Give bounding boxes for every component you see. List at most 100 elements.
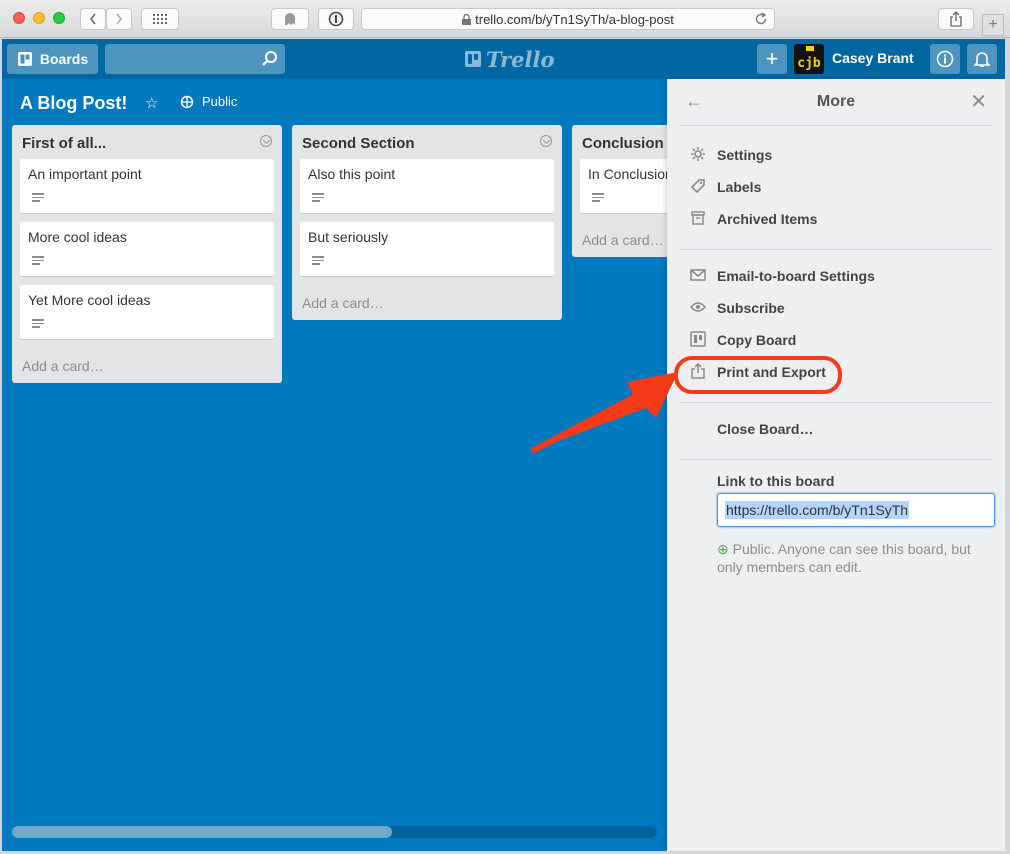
card-title: Also this point xyxy=(308,166,396,182)
public-note: ⊕ Public. Anyone can see this board, but… xyxy=(717,540,987,576)
visibility-button[interactable]: Public xyxy=(202,94,237,109)
divider xyxy=(679,459,993,460)
divider xyxy=(679,125,993,126)
trello-logo[interactable]: Trello xyxy=(465,46,555,72)
card-title: More cool ideas xyxy=(28,229,127,245)
archive-icon xyxy=(689,209,707,227)
list-first-of-all: First of all... An important point More … xyxy=(12,125,282,383)
divider xyxy=(679,249,993,250)
zoom-window-button[interactable] xyxy=(53,12,65,24)
tag-icon xyxy=(689,177,707,195)
menu-item-copy-board[interactable]: Copy Board xyxy=(679,326,993,354)
info-button[interactable] xyxy=(930,44,960,74)
board-menu-panel: ← More ✕ Settings Labels Archived Items xyxy=(667,79,1005,851)
boards-button[interactable]: Boards xyxy=(7,44,98,74)
eye-icon xyxy=(689,298,707,316)
reload-icon[interactable] xyxy=(754,12,768,26)
scrollbar-thumb[interactable] xyxy=(12,826,392,838)
share-button[interactable] xyxy=(938,8,974,30)
new-tab-button[interactable]: + xyxy=(982,14,1004,36)
url-text: trello.com/b/yTn1SyTh/a-blog-post xyxy=(475,11,674,27)
search-input[interactable] xyxy=(105,44,285,74)
add-card-link[interactable]: Add a card… xyxy=(302,295,384,311)
menu-item-label: Email-to-board Settings xyxy=(717,268,875,284)
gear-icon xyxy=(689,145,707,163)
user-name[interactable]: Casey Brant xyxy=(832,50,914,66)
list-card[interactable]: An important point xyxy=(20,159,274,214)
list-card[interactable]: Also this point xyxy=(300,159,554,214)
bell-icon xyxy=(974,52,990,67)
info-circle-icon xyxy=(328,11,344,27)
notifications-button[interactable] xyxy=(967,44,997,74)
description-icon xyxy=(32,193,44,204)
board-title[interactable]: A Blog Post! xyxy=(20,93,127,114)
plus-icon: + xyxy=(988,16,998,33)
info-icon xyxy=(936,50,954,68)
add-card-link[interactable]: Add a card… xyxy=(22,358,104,374)
envelope-icon xyxy=(689,266,707,284)
crown-icon xyxy=(806,46,814,51)
list-title[interactable]: First of all... xyxy=(22,135,106,152)
minimize-window-button[interactable] xyxy=(33,12,45,24)
description-icon xyxy=(32,256,44,267)
close-icon[interactable]: ✕ xyxy=(970,89,987,114)
list-menu-icon[interactable] xyxy=(540,135,552,147)
menu-item-label: Archived Items xyxy=(717,211,818,227)
back-button[interactable] xyxy=(80,8,106,30)
card-title: But seriously xyxy=(308,229,389,245)
menu-item-label: Copy Board xyxy=(717,332,797,348)
menu-title: More xyxy=(816,93,856,110)
ghost-icon xyxy=(285,13,295,25)
trello-logo-icon xyxy=(465,51,481,67)
list-second-section: Second Section Also this point But serio… xyxy=(292,125,562,320)
add-card-link[interactable]: Add a card… xyxy=(582,232,664,248)
menu-header: ← More ✕ xyxy=(667,79,1005,125)
board-link-selection: https://trello.com/b/yTn1SyTh xyxy=(725,501,910,519)
annotation-highlight-ring xyxy=(674,356,842,394)
chevron-right-icon xyxy=(116,13,123,25)
description-icon xyxy=(312,256,324,267)
top-sites-button[interactable] xyxy=(141,8,179,30)
forward-button[interactable] xyxy=(106,8,132,30)
plus-icon: + xyxy=(765,46,779,71)
menu-item-archived-items[interactable]: Archived Items xyxy=(679,205,993,233)
list-menu-icon[interactable] xyxy=(260,135,272,147)
extension-button[interactable] xyxy=(271,8,309,30)
card-title: In Conclusion xyxy=(588,166,673,182)
menu-item-label: Subscribe xyxy=(717,300,785,316)
reader-button[interactable] xyxy=(318,8,354,30)
menu-item-subscribe[interactable]: Subscribe xyxy=(679,294,993,322)
board-icon xyxy=(17,52,32,66)
list-title[interactable]: Second Section xyxy=(302,135,415,152)
card-title: Yet More cool ideas xyxy=(28,292,151,308)
horizontal-scrollbar[interactable] xyxy=(12,826,657,838)
add-button[interactable]: + xyxy=(757,44,787,74)
trello-page: Boards Trello + cjb Casey Brant A Blog P… xyxy=(2,39,1005,851)
card-title: An important point xyxy=(28,166,142,182)
public-note-text: Public. Anyone can see this board, but o… xyxy=(717,541,971,575)
star-icon[interactable]: ☆ xyxy=(145,94,158,112)
menu-item-labels[interactable]: Labels xyxy=(679,173,993,201)
list-card[interactable]: But seriously xyxy=(300,222,554,277)
list-card[interactable]: Yet More cool ideas xyxy=(20,285,274,340)
grid-icon xyxy=(153,14,167,24)
menu-item-email-to-board[interactable]: Email-to-board Settings xyxy=(679,262,993,290)
list-title[interactable]: Conclusion xyxy=(582,135,664,152)
chevron-left-icon xyxy=(89,13,96,25)
share-icon xyxy=(950,11,962,27)
boards-label: Boards xyxy=(39,51,89,67)
description-icon xyxy=(592,193,604,204)
globe-icon xyxy=(180,95,194,109)
menu-item-label: Settings xyxy=(717,147,773,163)
menu-item-label: Close Board… xyxy=(717,421,814,437)
board-icon xyxy=(689,330,707,348)
avatar[interactable]: cjb xyxy=(794,44,824,74)
logo-text: Trello xyxy=(486,46,555,72)
close-window-button[interactable] xyxy=(13,12,25,24)
globe-icon: ⊕ xyxy=(717,541,729,557)
list-card[interactable]: More cool ideas xyxy=(20,222,274,277)
address-bar[interactable]: trello.com/b/yTn1SyTh/a-blog-post xyxy=(361,8,775,30)
lock-icon xyxy=(462,13,472,25)
menu-item-settings[interactable]: Settings xyxy=(679,141,993,169)
menu-item-close-board[interactable]: Close Board… xyxy=(679,415,993,443)
